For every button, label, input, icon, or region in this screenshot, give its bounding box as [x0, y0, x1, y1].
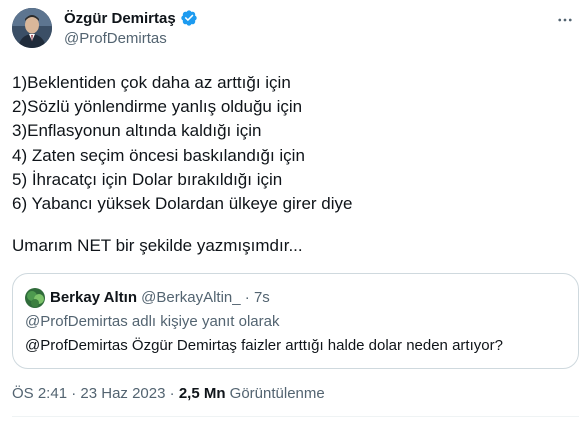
- separator-dot: ·: [244, 289, 250, 306]
- quoted-handle[interactable]: @BerkayAltin_: [141, 289, 240, 306]
- author-avatar[interactable]: [12, 8, 52, 48]
- quoted-time[interactable]: 7s: [254, 289, 270, 306]
- tweet-date[interactable]: 23 Haz 2023: [80, 385, 165, 402]
- quoted-tweet[interactable]: Berkay Altın @BerkayAltin_ · 7s @ProfDem…: [12, 273, 579, 369]
- tweet-line: 4) Zaten seçim öncesi baskılandığı için: [12, 145, 305, 165]
- tweet-time[interactable]: ÖS 2:41: [12, 385, 67, 402]
- quoted-text: @ProfDemirtas Özgür Demirtaş faizler art…: [25, 337, 503, 354]
- views-label: Görüntülenme: [229, 385, 325, 402]
- more-horizontal-icon[interactable]: [555, 10, 575, 30]
- tweet-line: 1)Beklentiden çok daha az arttığı için: [12, 73, 291, 92]
- tweet-line: 5) İhracatçı için Dolar bırakıldığı için: [12, 169, 283, 189]
- tweet-line: 2)Sözlü yönlendirme yanlış olduğu için: [12, 97, 303, 117]
- tweet-closing-line: Umarım NET bir şekilde yazmışımdır...: [12, 236, 303, 256]
- quoted-header: Berkay Altın @BerkayAltin_ · 7s: [50, 288, 270, 308]
- tweet-line: 3)Enflasyonun altında kaldığı için: [12, 121, 262, 141]
- verified-badge-icon: [180, 9, 198, 27]
- author-handle[interactable]: @ProfDemirtas: [64, 30, 167, 47]
- quoted-author-avatar[interactable]: [25, 288, 45, 308]
- divider: [12, 416, 579, 417]
- author-name-row: Özgür Demirtaş: [64, 8, 198, 28]
- tweet: Özgür Demirtaş @ProfDemirtas 1)Beklentid…: [0, 0, 587, 423]
- author-display-name[interactable]: Özgür Demirtaş: [64, 10, 176, 27]
- tweet-text: 1)Beklentiden çok daha az arttığı için 2…: [12, 71, 572, 258]
- separator-dot: ·: [169, 385, 175, 402]
- tweet-meta: ÖS 2:41 · 23 Haz 2023 · 2,5 Mn Görüntüle…: [12, 384, 325, 404]
- views-count: 2,5 Mn: [178, 385, 226, 402]
- quoted-display-name[interactable]: Berkay Altın: [50, 289, 137, 306]
- tweet-line: 6) Yabancı yüksek Dolardan ülkeye girer …: [12, 194, 353, 214]
- quoted-reply-context: @ProfDemirtas adlı kişiye yanıt olarak: [25, 313, 280, 330]
- separator-dot: ·: [71, 385, 77, 402]
